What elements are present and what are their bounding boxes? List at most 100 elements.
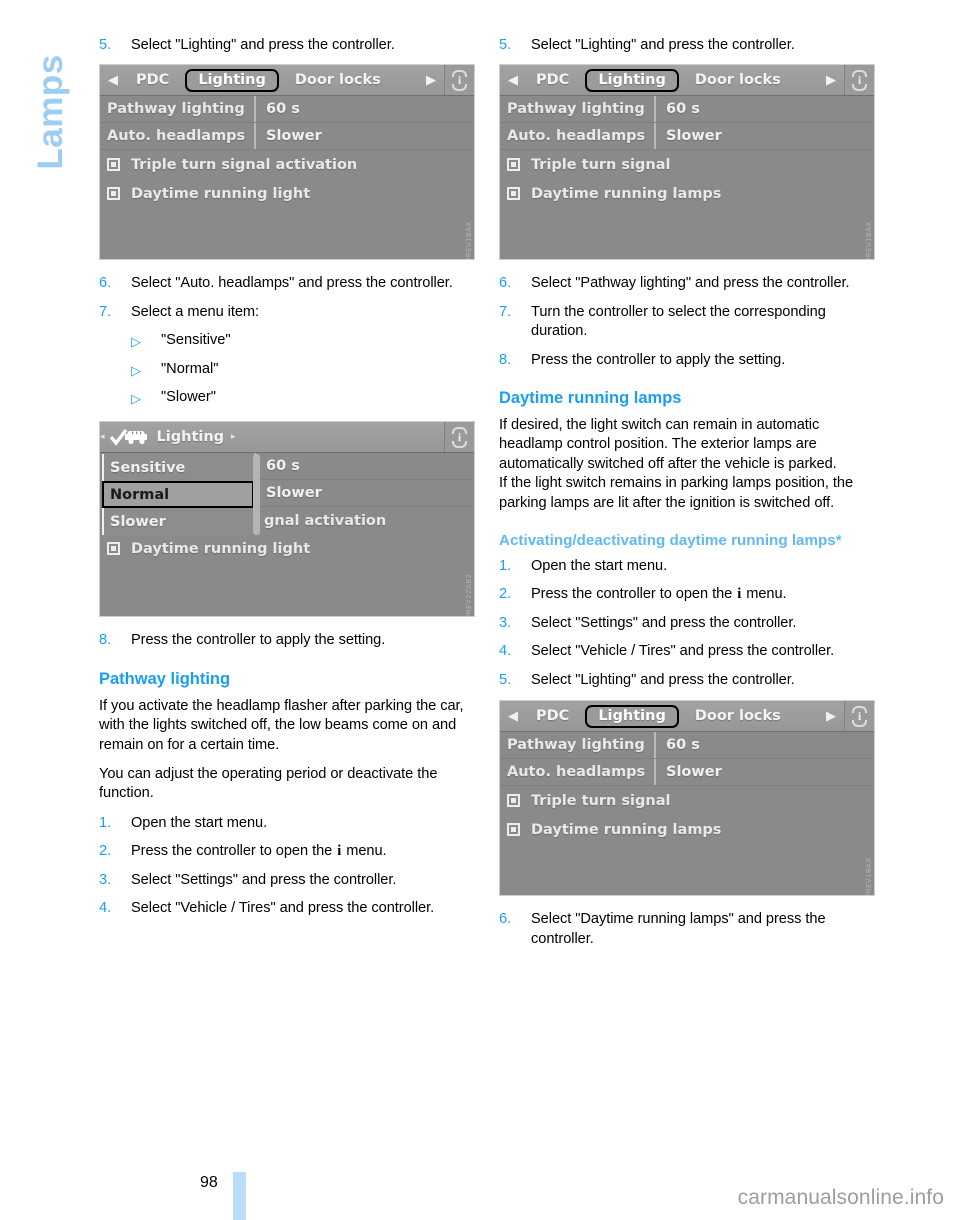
section-heading-daytime-running-lamps: Daytime running lamps: [499, 389, 682, 408]
substep-text: "Slower": [161, 389, 216, 406]
info-button[interactable]: i: [444, 65, 474, 96]
row-label: Pathway lighting: [507, 737, 645, 754]
step-text: Press the controller to apply the settin…: [131, 632, 386, 649]
idrive-header-bar: ◀ PDC Lighting Door locks ▶ i: [500, 701, 874, 733]
checkbox-label: Daytime running light: [131, 185, 311, 202]
dropdown-option-normal[interactable]: Normal: [102, 481, 254, 509]
step-text: Select "Vehicle / Tires" and press the c…: [131, 900, 435, 917]
next-arrow-icon[interactable]: ▶: [818, 74, 844, 87]
dropdown-option-slower[interactable]: Slower: [102, 508, 254, 536]
dropdown-option-sensitive[interactable]: Sensitive: [102, 454, 254, 482]
prev-arrow-icon[interactable]: ◀: [500, 74, 526, 87]
prev-arrow-icon[interactable]: ◀: [500, 710, 526, 723]
step-number: 8.: [499, 351, 512, 368]
table-row[interactable]: Pathway lighting 60 s: [100, 96, 474, 124]
tab-pdc[interactable]: PDC: [526, 72, 579, 88]
info-button[interactable]: i: [844, 65, 874, 96]
vehicle-check-icon: [109, 428, 150, 446]
step-text: Select a menu item:: [131, 303, 260, 320]
step-number: 1.: [499, 558, 512, 575]
checkbox-icon[interactable]: [107, 158, 120, 172]
body-paragraph: If desired, the light switch can remain …: [499, 417, 837, 472]
checkbox-row[interactable]: Triple turn signal: [500, 150, 874, 179]
checkbox-icon[interactable]: [107, 542, 120, 556]
info-button[interactable]: i: [444, 422, 474, 453]
step-text-before: Press the controller to open the: [131, 843, 337, 860]
table-row[interactable]: Auto. headlamps Slower: [100, 123, 474, 151]
checkbox-row[interactable]: Daytime running light: [100, 534, 474, 563]
idrive-header-bar: ◀ PDC Lighting Door locks ▶ i: [100, 65, 474, 97]
step-number: 2.: [99, 843, 112, 860]
list-item: 3. Select "Settings" and press the contr…: [499, 614, 879, 633]
next-arrow-icon[interactable]: ▶: [418, 74, 444, 87]
row-label: Auto. headlamps: [107, 128, 246, 145]
step-number: 6.: [499, 911, 512, 928]
step-text: Select "Vehicle / Tires" and press the c…: [531, 643, 835, 660]
row-value: 60 s: [654, 96, 874, 123]
step-text: Select "Pathway lighting" and press the …: [531, 275, 850, 292]
step-number: 3.: [99, 871, 112, 888]
row-label: Auto. headlamps: [507, 764, 646, 781]
checkbox-row[interactable]: Daytime running lamps: [500, 815, 874, 844]
image-code-watermark: XPREV1BAX: [865, 857, 873, 897]
table-row[interactable]: Auto. headlamps Slower: [500, 759, 874, 787]
info-icon: i: [851, 705, 868, 727]
next-arrow-icon[interactable]: ▸: [231, 432, 236, 442]
step-text: Select "Auto. headlamps" and press the c…: [131, 275, 453, 292]
row-value: 60 s: [254, 453, 474, 480]
tab-door-locks[interactable]: Door locks: [685, 708, 791, 724]
tab-door-locks[interactable]: Door locks: [285, 72, 391, 88]
row-value: 60 s: [254, 96, 474, 123]
step-number: 3.: [499, 614, 512, 631]
list-item: 4. Select "Vehicle / Tires" and press th…: [499, 642, 879, 661]
step-text: Select "Lighting" and press the controll…: [131, 37, 395, 53]
checkbox-row[interactable]: Daytime running light: [100, 179, 474, 208]
step-text: Select "Lighting" and press the controll…: [531, 37, 795, 53]
table-row[interactable]: Pathway lighting 60 s: [500, 96, 874, 124]
step-number: 7.: [499, 303, 512, 320]
step-text: Open the start menu.: [131, 814, 268, 831]
list-item: ▷ "Slower": [99, 388, 479, 407]
tab-lighting-selected[interactable]: Lighting: [585, 68, 679, 92]
idrive-settings-list: Pathway lighting 60 s Auto. headlamps Sl…: [500, 732, 874, 844]
info-icon: i: [851, 69, 868, 91]
checkbox-row[interactable]: Triple turn signal: [500, 786, 874, 815]
page-number: 98: [200, 1174, 218, 1191]
tab-lighting-selected[interactable]: Lighting: [585, 704, 679, 728]
list-item: 4. Select "Vehicle / Tires" and press th…: [99, 899, 479, 918]
checkbox-icon[interactable]: [507, 187, 520, 201]
table-row[interactable]: Auto. headlamps Slower: [500, 123, 874, 151]
tab-pdc[interactable]: PDC: [526, 708, 579, 724]
list-item: 2. Press the controller to open the i me…: [99, 842, 479, 861]
list-item: 5. Select "Lighting" and press the contr…: [499, 671, 879, 690]
source-watermark: carmanualsonline.info: [737, 1186, 944, 1209]
prev-arrow-icon[interactable]: ◀: [100, 74, 126, 87]
tab-lighting-selected[interactable]: Lighting: [185, 68, 279, 92]
device-screenshot-lighting-menu: ◀ PDC Lighting Door locks ▶ i Pathway li…: [499, 64, 875, 261]
step-number: 6.: [99, 275, 112, 292]
row-value: Slower: [254, 123, 474, 150]
info-button[interactable]: i: [844, 701, 874, 732]
checkbox-row[interactable]: Triple turn signal activation: [100, 150, 474, 179]
row-value: Slower: [654, 759, 874, 786]
step-number: 1.: [99, 814, 112, 831]
partial-label: gnal activation: [264, 512, 387, 529]
scrollbar[interactable]: [253, 454, 260, 536]
step-number: 5.: [499, 671, 512, 688]
tab-door-locks[interactable]: Door locks: [685, 72, 791, 88]
table-row[interactable]: Pathway lighting 60 s: [500, 732, 874, 760]
subsection-heading-activating-daytime: Activating/deactivating daytime running …: [499, 532, 842, 550]
prev-arrow-icon[interactable]: ◂: [100, 432, 105, 442]
step-number: 6.: [499, 275, 512, 292]
next-arrow-icon[interactable]: ▶: [818, 710, 844, 723]
checkbox-icon[interactable]: [507, 794, 520, 808]
dropdown-popup-auto-headlamps[interactable]: Sensitive Normal Slower: [102, 454, 260, 536]
checkbox-row[interactable]: Daytime running lamps: [500, 179, 874, 208]
idrive-header-bar: ◂ Lighting ▸ i: [100, 422, 474, 454]
step-text: Turn the controller to select the corres…: [531, 303, 826, 340]
checkbox-icon[interactable]: [507, 823, 520, 837]
row-value: Slower: [654, 123, 874, 150]
checkbox-icon[interactable]: [107, 187, 120, 201]
checkbox-icon[interactable]: [507, 158, 520, 172]
tab-pdc[interactable]: PDC: [126, 72, 179, 88]
